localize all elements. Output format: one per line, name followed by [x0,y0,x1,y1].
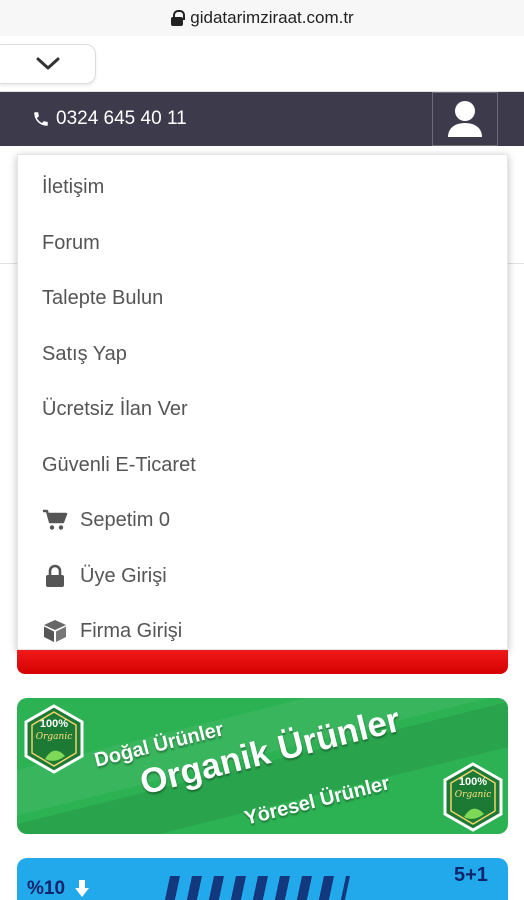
menu-item-label: Üye Girişi [80,564,167,587]
box-icon [42,619,68,643]
red-accent-bar [17,650,508,674]
cart-icon [42,508,68,532]
browser-url-bar[interactable]: gidatarimziraat.com.tr [0,0,524,36]
badge-percent: 100% [39,718,69,730]
menu-item-label: İletişim [42,175,105,198]
user-account-button[interactable] [432,92,498,146]
menu-item-label: Satış Yap [42,342,127,365]
lock-icon [42,564,68,588]
tab-strip [0,36,524,92]
lock-icon [170,10,186,26]
offer-text: 5+1 [454,864,488,886]
organic-products-banner[interactable]: 100% Organic 100% Organic Doğal Ürünler … [17,698,508,834]
phone-icon [34,112,48,126]
menu-item-label: Sepetim 0 [80,508,171,531]
menu-item-forum[interactable]: Forum [42,228,100,258]
discount-banner[interactable]: %10 5+1 [17,858,508,900]
menu-item-label: Ücretsiz İlan Ver [42,397,188,420]
menu-item-ucretsiz-ilan-ver[interactable]: Ücretsiz İlan Ver [42,394,188,424]
organic-badge: 100% Organic [442,762,504,832]
collapse-tab-button[interactable] [0,44,96,84]
menu-item-uye-girisi[interactable]: Üye Girişi [42,561,167,591]
banner-decoration [164,876,350,900]
phone-number: 0324 645 40 11 [56,108,187,129]
organic-badge: 100% Organic [23,704,85,774]
menu-item-guvenli-e-ticaret[interactable]: Güvenli E-Ticaret [42,450,196,480]
menu-item-satis-yap[interactable]: Satış Yap [42,339,127,369]
badge-percent: 100% [458,776,488,788]
user-icon [448,101,482,137]
menu-item-iletisim[interactable]: İletişim [42,172,104,202]
menu-item-sepetim[interactable]: Sepetim 0 [42,505,170,535]
menu-item-firma-girisi[interactable]: Firma Girişi [42,616,182,646]
arrow-down-icon [75,880,89,897]
badge-label: Organic [454,790,492,800]
chevron-down-icon [36,57,59,70]
menu-item-talepte-bulun[interactable]: Talepte Bulun [42,283,163,313]
badge-label: Organic [35,732,73,742]
menu-item-label: Firma Girişi [80,619,183,642]
menu-item-label: Talepte Bulun [42,286,164,309]
phone-contact[interactable]: 0324 645 40 11 [32,92,187,146]
dropdown-menu: İletişim Forum Talepte Bulun Satış Yap Ü… [17,154,508,650]
url-text: gidatarimziraat.com.tr [190,8,354,27]
menu-item-label: Güvenli E-Ticaret [42,453,196,476]
menu-item-label: Forum [42,231,100,254]
discount-percent-text: %10 [27,878,66,899]
